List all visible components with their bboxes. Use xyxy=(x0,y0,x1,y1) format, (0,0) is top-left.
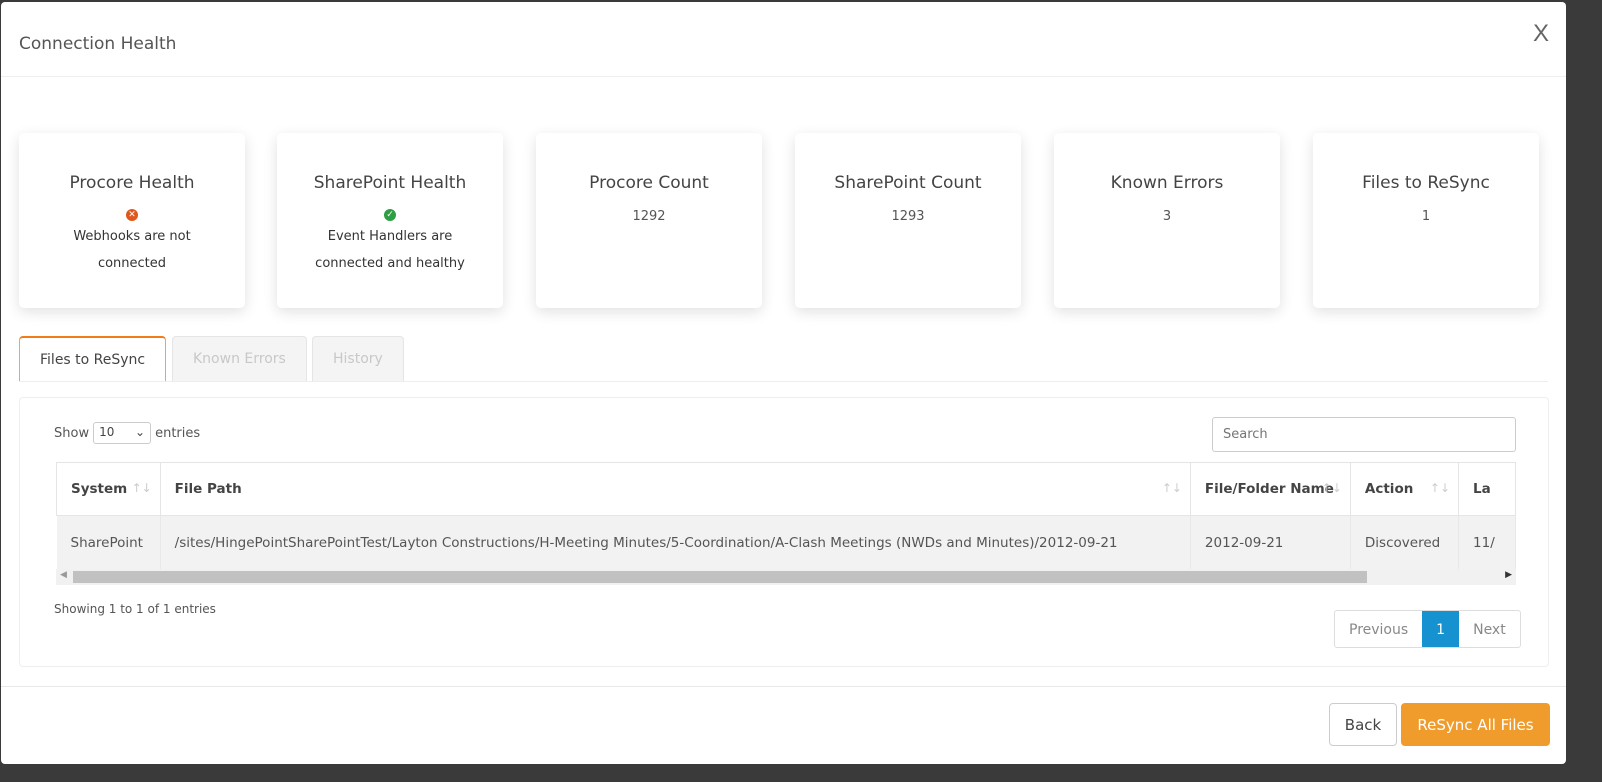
column-system[interactable]: System ↑↓ xyxy=(56,462,161,516)
tab-files-to-resync[interactable]: Files to ReSync xyxy=(19,336,167,381)
show-label: Show xyxy=(54,425,90,441)
close-button[interactable]: X xyxy=(1533,20,1549,48)
sort-icon: ↑↓ xyxy=(1161,481,1182,495)
files-to-resync-panel: Show 10⌄ entries System↑↓ File Path↑↓ Fi… xyxy=(19,397,1549,667)
sort-icon: ↑↓ xyxy=(131,481,152,495)
cell-action: Discovered xyxy=(1350,515,1460,570)
tab-known-errors[interactable]: Known Errors xyxy=(172,336,307,381)
table-row: SharePoint /sites/HingePointSharePointTe… xyxy=(56,515,1516,570)
cell-system: SharePoint xyxy=(56,515,161,570)
card-title: Procore Count xyxy=(589,173,709,193)
column-last[interactable]: La xyxy=(1458,462,1516,516)
sort-icon: ↑↓ xyxy=(1429,481,1451,495)
card-title: Known Errors xyxy=(1110,173,1224,193)
horizontal-scrollbar[interactable]: ◀ ▶ xyxy=(56,569,1516,585)
card-sharepoint-count: SharePoint Count 1293 xyxy=(795,133,1021,308)
table-info: Showing 1 to 1 of 1 entries xyxy=(54,602,216,616)
divider xyxy=(19,381,1548,382)
check-circle-icon: ✓ xyxy=(384,209,396,221)
modal-title: Connection Health xyxy=(19,34,177,54)
column-action[interactable]: Action ↑↓ xyxy=(1349,462,1460,516)
next-button[interactable]: Next xyxy=(1459,611,1520,647)
card-value: 1293 xyxy=(891,209,925,224)
divider xyxy=(1,76,1566,77)
card-sharepoint-health: SharePoint Health ✓ Event Handlers are co… xyxy=(277,133,503,308)
resync-all-files-button[interactable]: ReSync All Files xyxy=(1401,703,1550,746)
chevron-down-icon: ⌄ xyxy=(135,425,146,439)
back-button[interactable]: Back xyxy=(1329,703,1397,746)
x-circle-icon: ✕ xyxy=(126,209,138,221)
card-title: Procore Health xyxy=(69,173,195,193)
card-title: Files to ReSync xyxy=(1362,173,1490,193)
divider xyxy=(1,686,1566,687)
pagination: Previous 1 Next xyxy=(1334,610,1521,648)
column-file-folder-name[interactable]: File/Folder Name ↑↓ xyxy=(1189,462,1351,516)
column-file-path[interactable]: File Path ↑↓ xyxy=(159,462,1191,516)
card-procore-health: Procore Health ✕ Webhooks are not connect… xyxy=(19,133,245,308)
previous-button[interactable]: Previous xyxy=(1335,611,1422,647)
sort-icon: ↑↓ xyxy=(1321,481,1342,495)
card-value: 1 xyxy=(1421,209,1431,224)
entries-label: entries xyxy=(155,425,201,441)
files-table: System ↑↓ File Path ↑↓ File/Folder Name ↑↓ … xyxy=(56,462,1516,570)
table-container: System ↑↓ File Path ↑↓ File/Folder Name ↑↓ … xyxy=(56,462,1516,586)
card-known-errors: Known Errors 3 xyxy=(1054,133,1280,308)
page-1-button[interactable]: 1 xyxy=(1422,611,1460,647)
page-size-control: Show 10 ⌄ entries xyxy=(54,422,200,444)
card-procore-count: Procore Count 1292 xyxy=(536,133,762,308)
scroll-right-icon[interactable]: ▶ xyxy=(1505,570,1512,580)
table-header: System ↑↓ File Path ↑↓ File/Folder Name ↑↓ … xyxy=(56,462,1516,516)
card-title: SharePoint Health xyxy=(313,173,467,193)
card-title: SharePoint Count xyxy=(834,173,982,193)
scrollbar-thumb[interactable] xyxy=(73,571,1367,583)
connection-health-modal: Connection Health X Procore Health ✕ Web… xyxy=(1,2,1566,764)
search-input[interactable] xyxy=(1212,417,1516,452)
card-message: Webhooks are not connected xyxy=(73,229,191,271)
cell-file-name: 2012-09-21 xyxy=(1190,515,1351,570)
tab-history[interactable]: History xyxy=(312,336,404,381)
card-value: 1292 xyxy=(632,209,666,224)
card-message: Event Handlers are connected and healthy xyxy=(315,229,465,271)
cell-file-path: /sites/HingePointSharePointTest/Layton C… xyxy=(160,515,1191,570)
cell-last: 11/ xyxy=(1458,515,1516,570)
card-value: 3 xyxy=(1162,209,1172,224)
page-size-select[interactable]: 10 ⌄ xyxy=(93,422,152,444)
card-files-to-resync: Files to ReSync 1 xyxy=(1313,133,1539,308)
scroll-left-icon[interactable]: ◀ xyxy=(60,570,67,580)
